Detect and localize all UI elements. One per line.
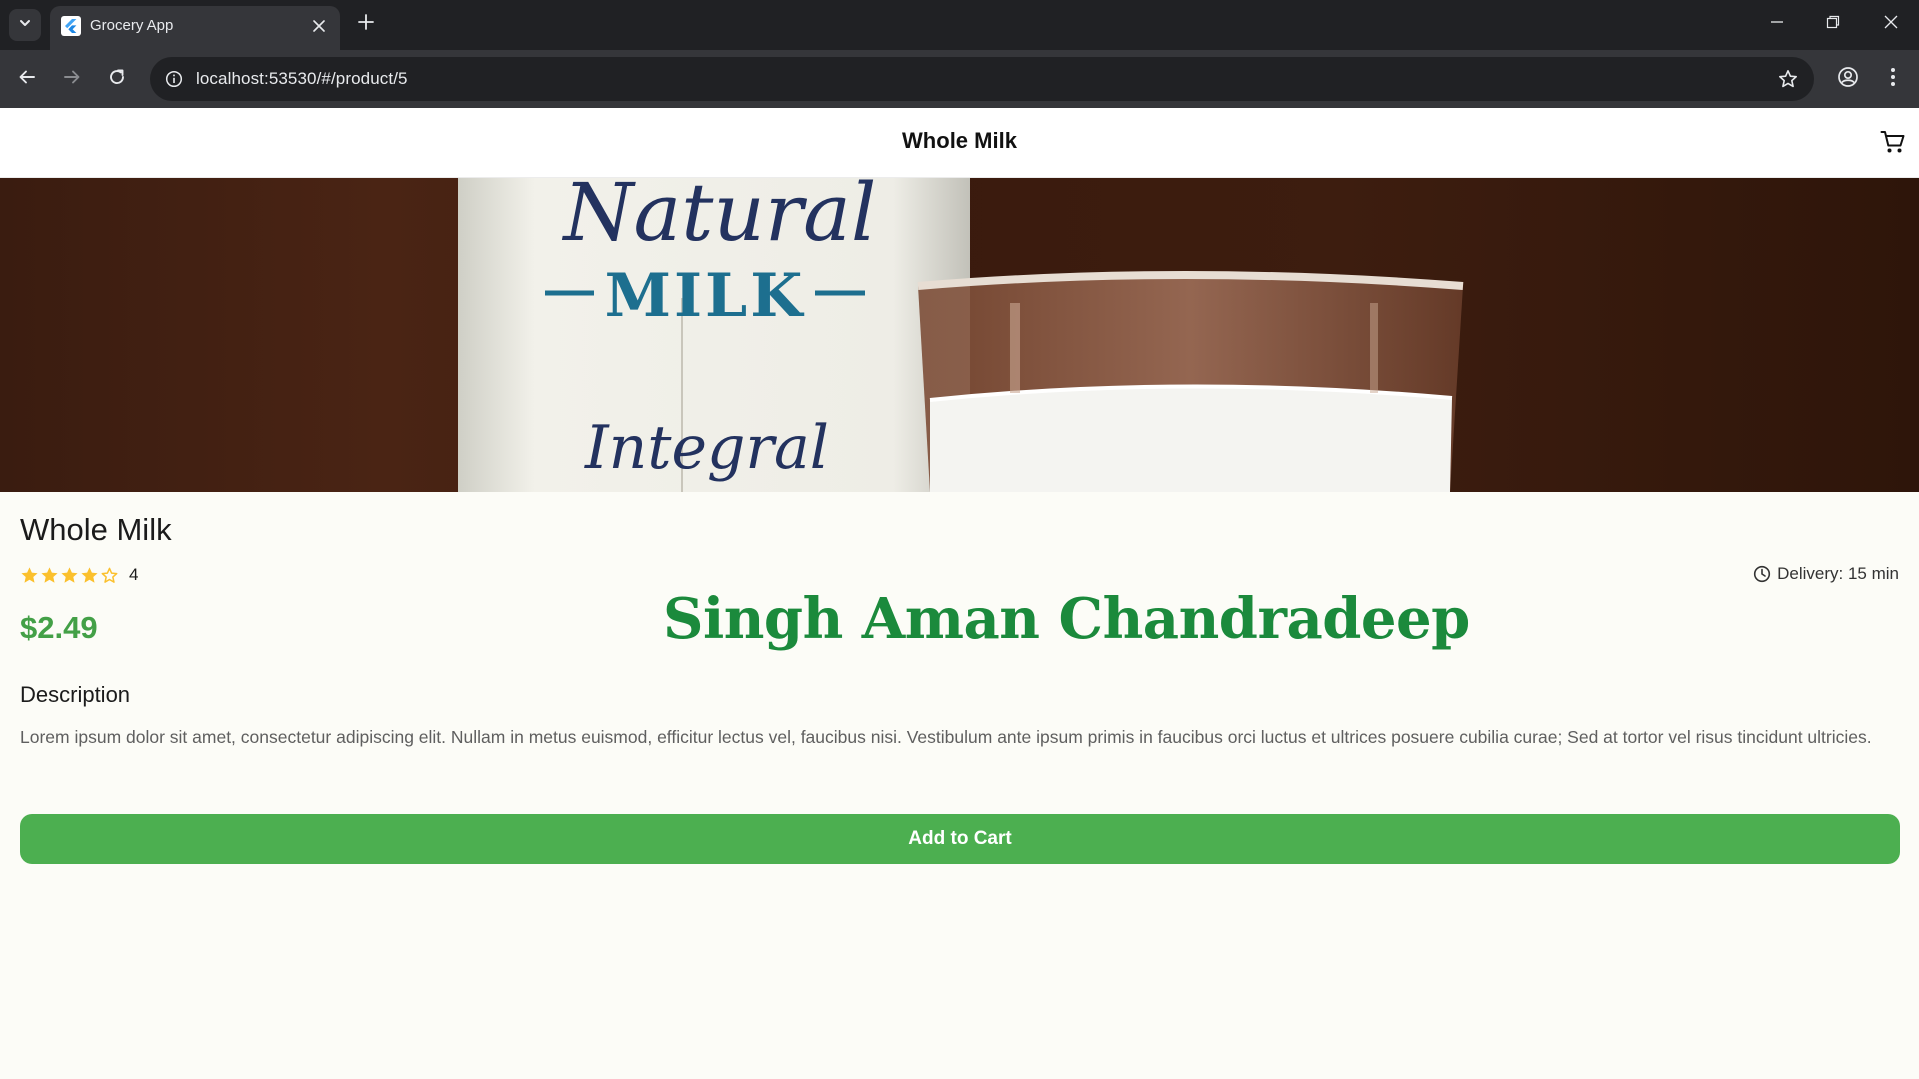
- product-price: $2.49: [20, 610, 98, 645]
- url-text[interactable]: localhost:53530/#/product/5: [196, 69, 408, 89]
- cart-button[interactable]: [1878, 129, 1908, 159]
- reload-icon: [108, 68, 126, 91]
- star-icon: [80, 566, 99, 585]
- new-tab-button[interactable]: [352, 10, 380, 38]
- address-bar[interactable]: localhost:53530/#/product/5: [150, 57, 1814, 101]
- profile-button[interactable]: [1831, 62, 1865, 96]
- rating-value: 4: [129, 565, 139, 584]
- hero-carton-bottom-text: Integral: [584, 413, 829, 483]
- app-bar: Whole Milk: [0, 108, 1919, 178]
- cart-icon: [1880, 129, 1906, 160]
- menu-button[interactable]: [1876, 62, 1910, 96]
- close-window-button[interactable]: [1863, 0, 1919, 48]
- browser-tabstrip: Grocery App: [0, 0, 1919, 50]
- account-icon: [1837, 66, 1859, 93]
- star-icon: [20, 566, 39, 585]
- forward-icon: [63, 68, 81, 91]
- more-vert-icon: [1890, 67, 1896, 92]
- star-icon: [40, 566, 59, 585]
- close-icon[interactable]: [310, 17, 328, 35]
- star-outline-icon: [100, 566, 119, 585]
- description-heading: Description: [20, 682, 131, 707]
- product-image: Natural MILK Integral: [0, 178, 1919, 492]
- plus-icon: [358, 13, 374, 35]
- flutter-icon: [61, 16, 81, 36]
- app-viewport: Whole Milk Natural MILK Integral Whole M…: [0, 108, 1919, 1079]
- close-icon: [1884, 15, 1898, 34]
- chevron-down-icon: [18, 16, 32, 35]
- product-rating: 4: [20, 563, 138, 587]
- back-icon: [18, 68, 36, 91]
- reload-button[interactable]: [100, 62, 134, 96]
- browser-toolbar: localhost:53530/#/product/5: [0, 50, 1919, 108]
- add-to-cart-button[interactable]: Add to Cart: [20, 814, 1900, 864]
- restore-icon: [1826, 15, 1840, 34]
- minimize-button[interactable]: [1749, 0, 1805, 48]
- description-text: Lorem ipsum dolor sit amet, consectetur …: [20, 727, 1872, 747]
- rating-stars: [20, 566, 119, 585]
- back-button[interactable]: [10, 62, 44, 96]
- star-icon: [60, 566, 79, 585]
- minimize-icon: [1770, 15, 1784, 34]
- hero-carton-top-text: Natural: [562, 178, 877, 259]
- info-icon[interactable]: [162, 67, 186, 91]
- product-name: Whole Milk: [20, 512, 172, 547]
- tab-title: Grocery App: [90, 17, 174, 34]
- delivery-text: Delivery: 15 min: [1777, 564, 1899, 583]
- page-title: Whole Milk: [902, 128, 1017, 153]
- browser-tab[interactable]: Grocery App: [50, 6, 340, 50]
- clock-icon: [1753, 565, 1771, 583]
- tab-search-button[interactable]: [9, 9, 41, 41]
- star-outline-icon[interactable]: [1776, 67, 1800, 91]
- watermark-text: Singh Aman Chandradeep: [663, 586, 1470, 652]
- delivery-info: Delivery: 15 min: [1753, 564, 1899, 584]
- hero-carton-middle-text: MILK: [605, 261, 806, 331]
- forward-button[interactable]: [55, 62, 89, 96]
- restore-button[interactable]: [1805, 0, 1861, 48]
